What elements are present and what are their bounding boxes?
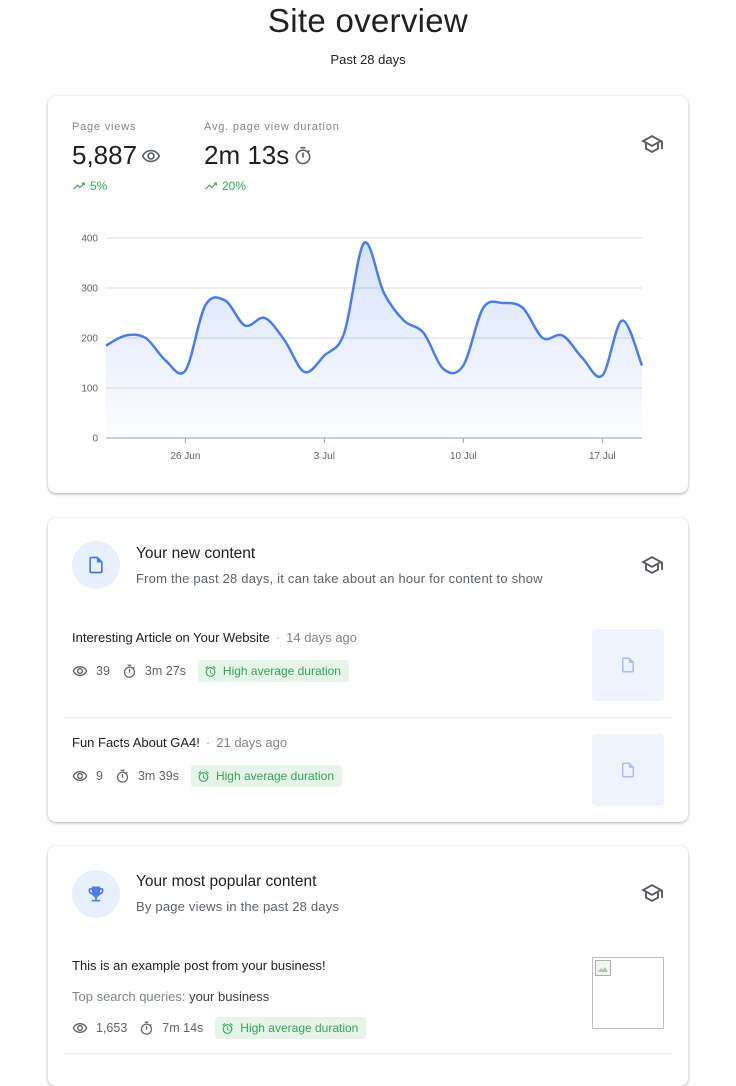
trophy-icon [88, 886, 104, 902]
card-title: Your most popular content [136, 873, 317, 890]
duration-value: 3m 27s [144, 664, 186, 678]
eye-icon [72, 1023, 88, 1033]
page-views-label: Page views [72, 121, 137, 133]
page-views-metric: Page views 5,887 5% [72, 121, 161, 193]
x-tick-label: 17 Jul [589, 451, 616, 462]
x-tick-label: 10 Jul [450, 451, 477, 462]
y-tick-label: 0 [92, 434, 98, 445]
high-duration-badge: High average duration [190, 765, 343, 787]
query-value: your business [189, 989, 270, 1004]
area-fill [106, 242, 642, 438]
page-views-trend: 5% [90, 179, 108, 193]
graduation-cap-icon[interactable] [640, 553, 664, 577]
eye-icon [72, 771, 88, 781]
duration-value: 3m 39s [137, 769, 179, 783]
graduation-cap-icon[interactable] [640, 881, 664, 905]
timer-icon [141, 1021, 153, 1035]
avg-duration-metric: Avg. page view duration 2m 13s 20% [204, 121, 340, 193]
new-content-icon-badge [72, 541, 120, 589]
y-tick-label: 200 [81, 334, 98, 345]
x-tick-label: 3 Jul [314, 451, 335, 462]
document-icon [622, 657, 634, 673]
avg-duration-trend: 20% [222, 179, 247, 193]
y-tick-label: 300 [81, 284, 98, 295]
timer-icon [123, 664, 136, 678]
high-duration-badge: High average duration [215, 1017, 367, 1039]
new-content-card: Your new content From the past 28 days, … [48, 518, 688, 822]
content-thumbnail[interactable] [592, 629, 664, 701]
eye-icon [72, 666, 88, 676]
views-count: 1,653 [96, 1021, 128, 1035]
views-count: 39 [96, 664, 110, 678]
y-tick-label: 100 [81, 384, 98, 395]
trending-up-icon [205, 182, 217, 190]
page-views-chart: 0 100 200 300 400 26 Jun 3 Jul 10 Jul 17 Jul [81, 234, 644, 462]
graduation-cap-icon[interactable] [640, 132, 664, 156]
alarm-icon [198, 770, 209, 782]
x-tick-label: 26 Jun [170, 451, 200, 462]
alarm-icon [222, 1022, 234, 1034]
content-item-stats: 39 3m 27s High average duration [72, 660, 349, 682]
timer-icon [116, 769, 129, 783]
duration-value: 7m 14s [162, 1021, 204, 1035]
divider [64, 717, 672, 718]
y-tick-label: 400 [81, 234, 98, 245]
trending-up-icon [73, 182, 85, 190]
popular-content-icon-badge [72, 870, 120, 918]
overview-card: Page views 5,887 5% Avg. page view durat… [48, 96, 688, 493]
content-item-title[interactable]: Interesting Article on Your Website · 14 d… [72, 630, 357, 645]
document-icon [89, 556, 103, 574]
broken-image-thumbnail[interactable] [592, 957, 664, 1029]
timer-icon [295, 146, 311, 164]
page-subtitle: Past 28 days [330, 52, 406, 67]
page-views-value: 5,887 [72, 140, 138, 170]
popular-content-card: Your most popular content By page views … [48, 846, 688, 1086]
content-item-age: 21 days ago [216, 735, 288, 750]
avg-duration-label: Avg. page view duration [204, 121, 340, 133]
avg-duration-value: 2m 13s [204, 140, 290, 170]
content-item-stats: 9 3m 39s High average duration [72, 765, 343, 787]
card-title: Your new content [136, 545, 256, 562]
broken-image-icon [595, 960, 611, 976]
popular-item-title[interactable]: This is an example post from your busine… [72, 958, 326, 973]
views-count: 9 [96, 769, 103, 783]
eye-icon [141, 149, 161, 162]
document-icon [622, 762, 634, 778]
content-item-title[interactable]: Fun Facts About GA4! · 21 days ago [72, 735, 287, 750]
card-subtitle: From the past 28 days, it can take about… [136, 571, 543, 586]
content-item-age: 14 days ago [286, 630, 357, 645]
card-subtitle: By page views in the past 28 days [136, 899, 340, 914]
content-thumbnail[interactable] [592, 734, 664, 806]
high-duration-badge: High average duration [197, 660, 349, 682]
content-item-stats: 1,653 7m 14s High average duration [72, 1017, 367, 1039]
page-title: Site overview [267, 2, 469, 39]
top-search-queries: Top search queries: your business [72, 989, 270, 1004]
alarm-icon [204, 665, 216, 677]
